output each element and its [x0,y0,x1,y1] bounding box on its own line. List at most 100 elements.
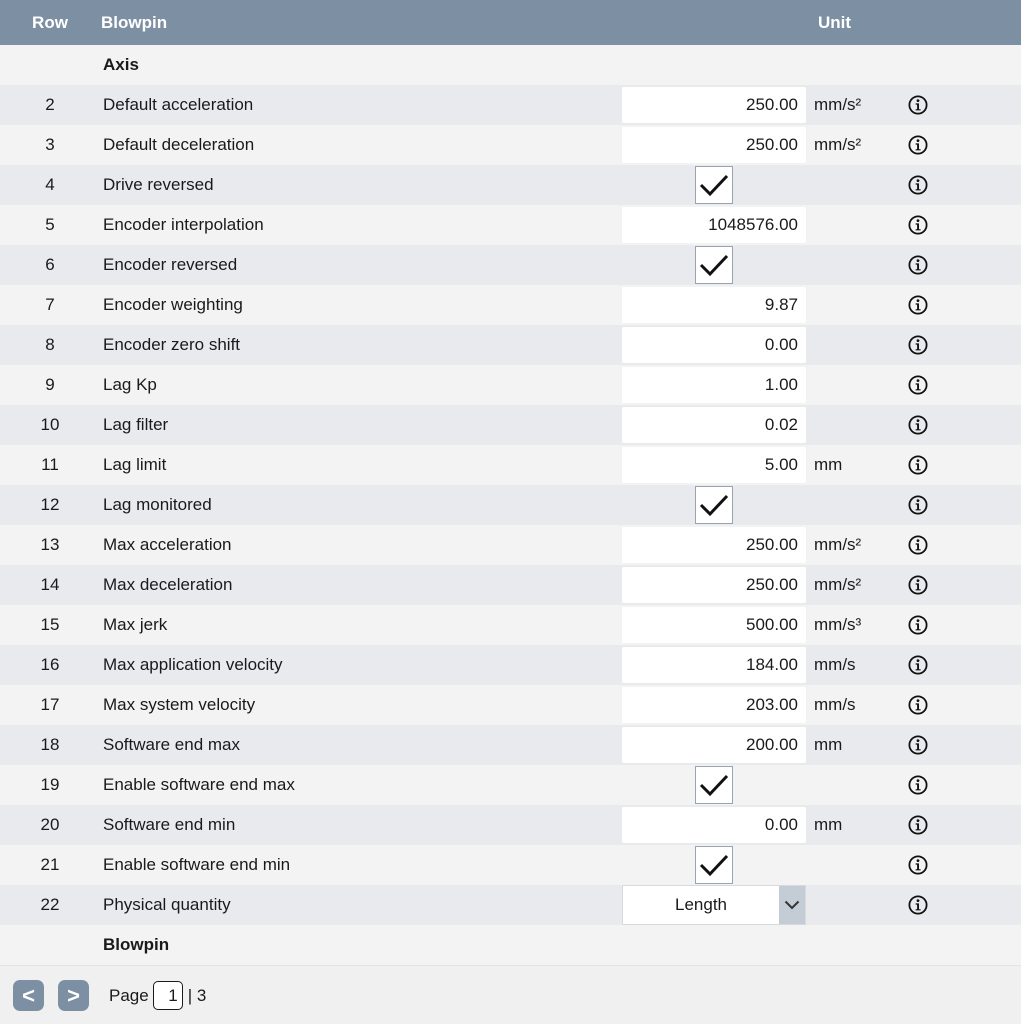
info-icon[interactable] [898,575,938,595]
parameter-value-input[interactable]: 0.00 [622,807,806,843]
row-number: 13 [40,535,60,554]
info-icon[interactable] [898,495,938,515]
prev-page-button[interactable]: < [13,980,44,1011]
parameter-name: Default deceleration [103,135,255,154]
parameter-unit: mm/s³ [814,615,862,634]
info-icon[interactable] [898,95,938,115]
table-row: 18 Software end max 200.00 mm [0,725,1021,765]
page-number-input[interactable]: 1 [152,981,183,1010]
table-row: 16 Max application velocity 184.00 mm/s [0,645,1021,685]
row-number: 4 [45,175,55,194]
table-row: 4 Drive reversed [0,165,1021,205]
parameter-name: Default acceleration [103,95,254,114]
info-icon[interactable] [898,255,938,275]
row-number: 19 [40,775,60,794]
parameter-value-input[interactable]: 200.00 [622,727,806,763]
parameter-name: Lag filter [103,415,169,434]
parameter-name: Software end min [103,815,236,834]
section-row-axis: Axis [0,45,1021,85]
table-row: 12 Lag monitored [0,485,1021,525]
parameter-value-input[interactable]: 250.00 [622,87,806,123]
info-icon[interactable] [898,655,938,675]
header-row-label: Row [32,12,68,32]
info-icon[interactable] [898,735,938,755]
info-icon[interactable] [898,335,938,355]
parameter-name: Max application velocity [103,655,283,674]
table-row: 6 Encoder reversed [0,245,1021,285]
parameter-name: Max system velocity [103,695,256,714]
table-row: 11 Lag limit 5.00 mm [0,445,1021,485]
table-header: Row Blowpin Unit [0,0,1021,45]
parameter-value-input[interactable]: 250.00 [622,567,806,603]
parameter-name: Software end max [103,735,241,754]
table-row: 3 Default deceleration 250.00 mm/s² [0,125,1021,165]
table-row: 9 Lag Kp 1.00 [0,365,1021,405]
parameter-checkbox[interactable] [695,766,733,804]
parameter-value-input[interactable]: 9.87 [622,287,806,323]
table-row: 13 Max acceleration 250.00 mm/s² [0,525,1021,565]
parameter-value-input[interactable]: 1048576.00 [622,207,806,243]
row-number: 18 [40,735,60,754]
row-number: 20 [40,815,60,834]
header-unit-label: Unit [818,12,852,32]
parameter-checkbox[interactable] [695,246,733,284]
parameter-value-input[interactable]: 184.00 [622,647,806,683]
parameter-value-input[interactable]: 500.00 [622,607,806,643]
info-icon[interactable] [898,455,938,475]
parameter-name: Lag limit [103,455,167,474]
parameter-value-input[interactable]: 0.02 [622,407,806,443]
parameter-name: Enable software end max [103,775,295,794]
parameter-value-input[interactable]: 250.00 [622,527,806,563]
select-value: Length [675,895,727,914]
parameter-value-input[interactable]: 1.00 [622,367,806,403]
info-icon[interactable] [898,535,938,555]
physical-quantity-select[interactable]: Length [622,885,806,925]
checkmark-icon [699,773,729,797]
pagination-bar: < > Page 1 | 3 [0,965,1021,1024]
row-number: 14 [40,575,60,594]
table-row: 2 Default acceleration 250.00 mm/s² [0,85,1021,125]
info-icon[interactable] [898,135,938,155]
info-icon[interactable] [898,855,938,875]
page-label: Page [109,985,149,1005]
info-icon[interactable] [898,295,938,315]
parameter-value-input[interactable]: 203.00 [622,687,806,723]
parameter-name: Lag monitored [103,495,212,514]
row-number: 6 [45,255,55,274]
checkmark-icon [699,493,729,517]
parameter-name: Max jerk [103,615,168,634]
row-number: 17 [40,695,60,714]
row-number: 7 [45,295,55,314]
parameter-unit: mm/s [814,655,856,674]
table-row: 21 Enable software end min [0,845,1021,885]
parameter-unit: mm [814,455,843,474]
info-icon[interactable] [898,895,938,915]
info-icon[interactable] [898,415,938,435]
info-icon[interactable] [898,775,938,795]
row-number: 10 [40,415,60,434]
info-icon[interactable] [898,695,938,715]
parameter-table: Row Blowpin Unit Axis 2 Default accelerat… [0,0,1021,965]
info-icon[interactable] [898,615,938,635]
row-number: 15 [40,615,60,634]
parameter-name: Max deceleration [103,575,233,594]
page-total: | 3 [187,985,207,1005]
parameter-name: Encoder interpolation [103,215,264,234]
info-icon[interactable] [898,175,938,195]
row-number: 21 [40,855,60,874]
parameter-checkbox[interactable] [695,166,733,204]
table-row: 22 Physical quantity Length [0,885,1021,925]
checkmark-icon [699,173,729,197]
info-icon[interactable] [898,215,938,235]
parameter-value-input[interactable]: 0.00 [622,327,806,363]
next-page-button[interactable]: > [58,980,89,1011]
info-icon[interactable] [898,375,938,395]
parameter-checkbox[interactable] [695,846,733,884]
parameter-value-input[interactable]: 5.00 [622,447,806,483]
section-title: Axis [103,55,139,74]
chevron-down-icon[interactable] [779,886,805,924]
info-icon[interactable] [898,815,938,835]
parameter-value-input[interactable]: 250.00 [622,127,806,163]
header-name-label: Blowpin [101,12,168,32]
parameter-checkbox[interactable] [695,486,733,524]
